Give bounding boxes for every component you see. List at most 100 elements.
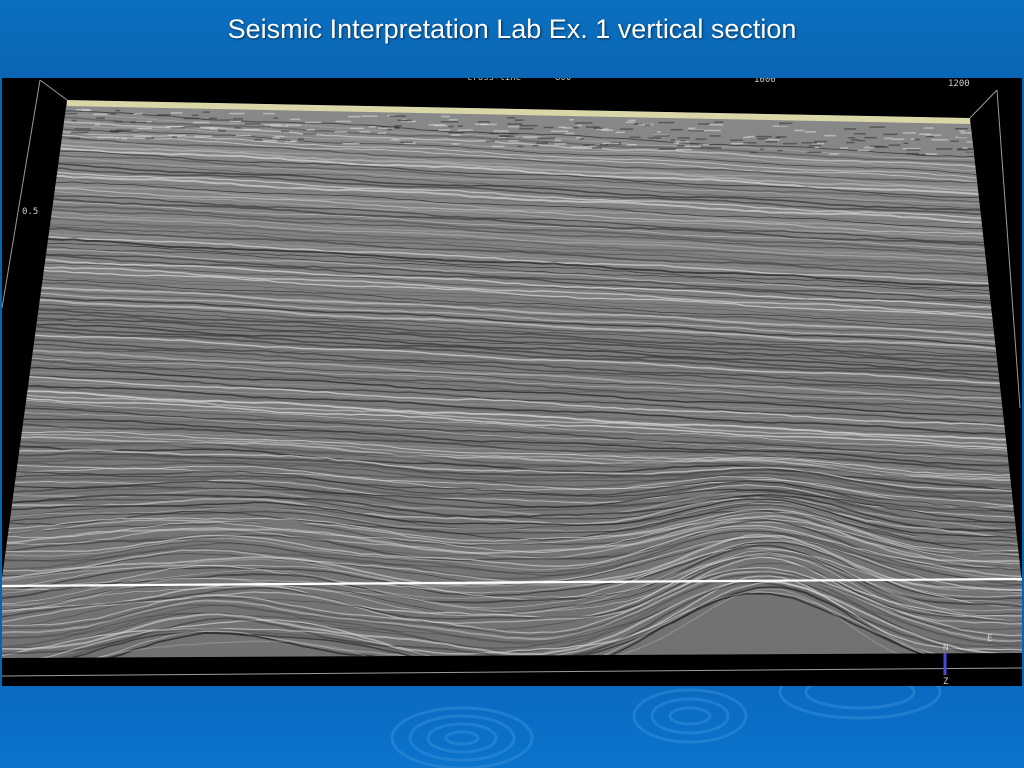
seismic-noise [233,118,243,120]
seismic-noise [914,138,921,141]
seismic-noise [73,128,91,130]
seismic-noise [286,124,301,127]
seismic-noise [685,145,702,147]
seismic-noise [475,123,488,125]
seismic-noise [577,124,582,127]
seismic-noise [114,120,123,123]
seismic-noise [218,130,226,132]
seismic-noise [615,131,625,134]
seismic-noise [760,148,765,151]
volume-frame-left [2,79,41,309]
seismic-noise [579,138,584,140]
seismic-noise [170,112,183,114]
seismic-noise [165,126,181,128]
seismic-noise [628,119,636,122]
seismic-noise [801,142,817,144]
seismic-noise [670,128,683,131]
seismic-noise [400,141,413,143]
seismic-noise [133,113,143,115]
seismic-noise [550,130,569,132]
seismic-noise [883,133,898,136]
seismic-noise [62,113,78,115]
seismic-noise [965,151,982,153]
seismic-noise [491,145,505,148]
seismic-noise [857,139,866,142]
seismic-noise [350,127,365,129]
seismic-viewport[interactable]: cross-line 800 1000 1200 0.5 N E Z [2,78,1022,686]
seismic-noise [714,121,724,123]
seismic-noise [592,147,602,149]
seismic-noise [116,129,132,132]
seismic-noise [115,137,120,139]
seismic-noise [687,127,696,129]
seismic-noise [397,119,412,122]
seismic-noise [765,139,780,141]
seismic-noise [756,135,772,138]
seismic-noise [234,127,241,129]
seismic-noise [906,149,921,151]
seismic-noise [602,142,619,145]
seismic-noise [840,147,848,149]
seismic-noise [489,132,498,135]
seismic-noise [194,135,212,137]
seismic-viewer[interactable]: cross-line 800 1000 1200 0.5 N E Z [2,78,1022,686]
seismic-noise [389,115,406,117]
seismic-noise [644,124,651,126]
slide-footer [0,686,1024,768]
seismic-noise [121,138,128,140]
seismic-noise [955,136,967,139]
seismic-noise [514,119,524,121]
seismic-noise [457,129,473,131]
seismic-noise [536,142,548,144]
seismic-noise [290,118,301,121]
seismic-noise [377,132,387,134]
seismic-noise [448,119,458,121]
ripple-decoration [390,686,942,768]
seismic-noise [428,124,445,126]
seismic-noise [848,137,855,139]
seismic-noise [507,117,516,119]
seismic-noise [244,122,261,125]
seismic-noise [508,125,520,128]
seismic-noise [627,144,637,146]
seismic-noise [648,137,661,139]
seismic-noise [192,114,199,117]
seismic-noise [779,122,793,124]
seismic-noise [844,128,857,130]
east-label: E [987,634,992,644]
seismic-noise [519,127,534,130]
seismic-section[interactable] [2,78,1022,686]
seismic-noise [829,153,839,155]
volume-frame-bottom [2,667,1022,677]
seismic-noise [543,126,554,129]
seismic-noise [695,138,707,140]
slide-header: Seismic Interpretation Lab Ex. 1 vertica… [0,0,1024,78]
seismic-noise [130,121,147,124]
seismic-noise [554,139,561,142]
seismic-noise [517,145,524,148]
seismic-noise [782,142,797,145]
seismic-noise [699,146,710,149]
seismic-noise [926,135,934,138]
seismic-noise [888,144,901,146]
seismic-noise [254,138,263,141]
seismic-noise [688,129,704,132]
seismic-noise [675,141,690,143]
north-label: N [943,643,948,653]
time-axis-label: 0.5 [22,207,38,217]
seismic-noise [281,130,290,133]
seismic-noise [805,131,816,133]
seismic-noise [183,126,200,128]
seismic-noise [203,127,215,129]
seismic-noise [902,147,921,150]
seismic-noise [583,144,595,146]
seismic-noise [441,115,451,118]
seismic-noise [229,120,241,123]
cross-line-value: 800 [555,78,571,83]
seismic-noise [335,120,351,123]
volume-frame-right [996,89,1021,409]
seismic-noise [285,140,296,143]
seismic-noise [562,127,574,129]
seismic-noise [387,128,393,131]
seismic-noise [749,151,757,154]
